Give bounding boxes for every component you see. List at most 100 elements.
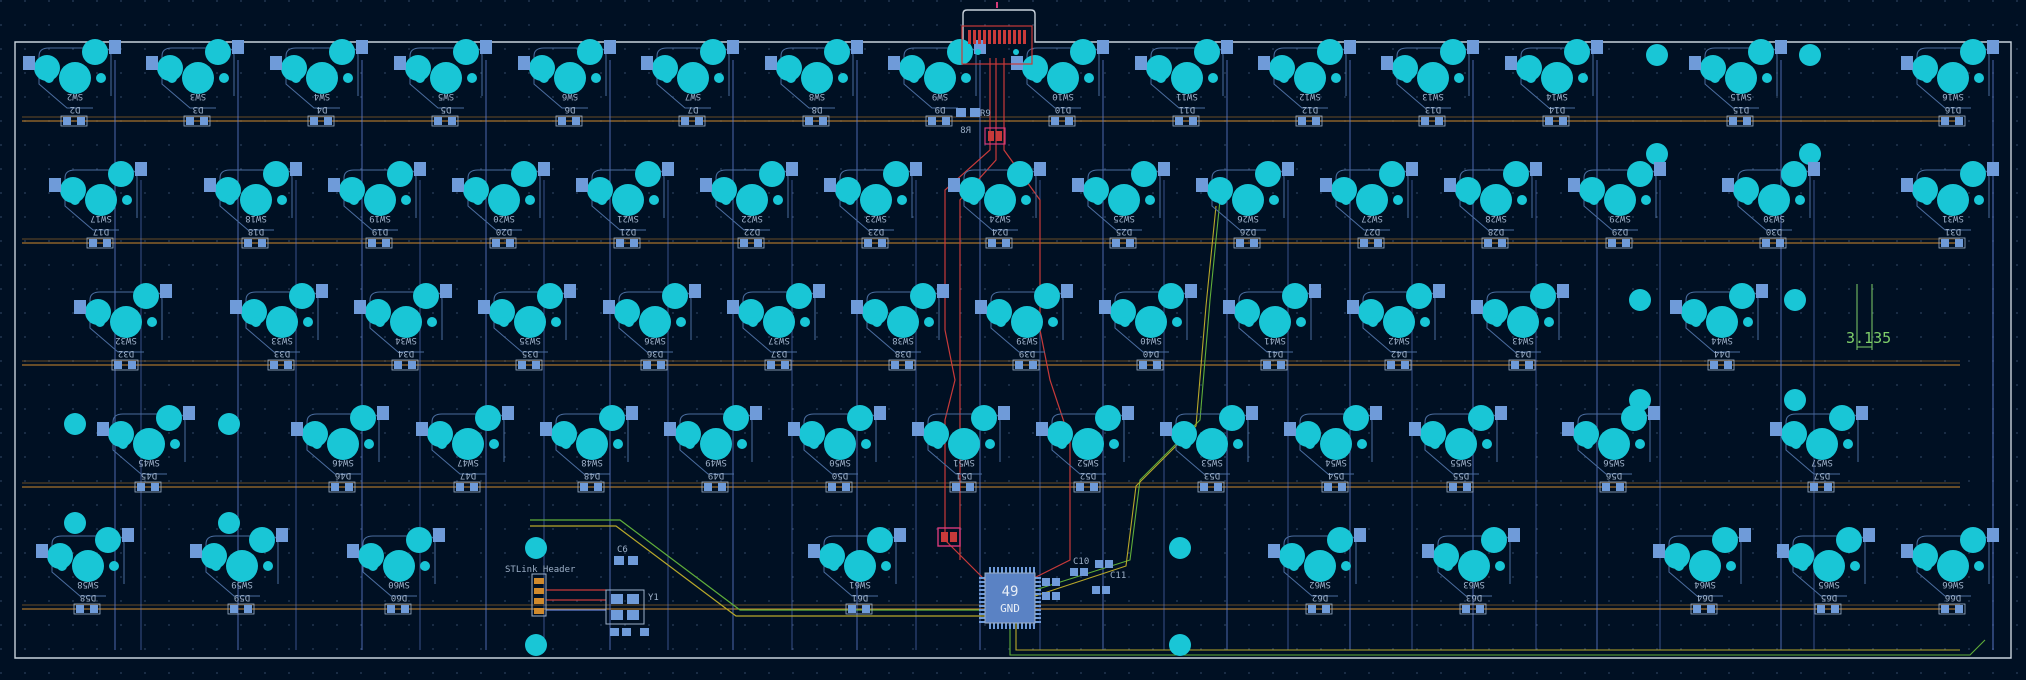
key-smd-pad (1370, 406, 1382, 420)
key-center-hole (1725, 62, 1757, 94)
key-pad-right (511, 161, 537, 187)
diode-pad (1810, 483, 1818, 491)
key-peg (1922, 195, 1932, 205)
key-center-hole (763, 306, 795, 338)
key-center-hole (110, 306, 142, 338)
diode-label: D53 (1204, 470, 1220, 480)
mcu-chip[interactable]: 49 GND (979, 567, 1041, 629)
mcu-pin (979, 589, 985, 591)
diode-label: D17 (93, 226, 109, 236)
key-peg (1305, 439, 1315, 449)
key-peg (1057, 439, 1067, 449)
diode-pad (1308, 605, 1316, 613)
key-center-hole (1937, 62, 1969, 94)
key-center-hole (554, 62, 586, 94)
diode-pad (1955, 605, 1963, 613)
switch-label: SW31 (1942, 213, 1964, 223)
crystal-caps[interactable] (610, 628, 649, 636)
key-smd-pad (1246, 406, 1258, 420)
diode-pad (1401, 361, 1409, 369)
diode-pad (258, 239, 266, 247)
key-pad-right (867, 527, 893, 553)
key-peg (1420, 317, 1430, 327)
diode-pad (1724, 361, 1732, 369)
key-peg (1465, 195, 1475, 205)
key-peg (170, 439, 180, 449)
diode-label: D24 (992, 226, 1008, 236)
key-peg (1233, 439, 1243, 449)
diode-pad (368, 239, 376, 247)
diode-pad (401, 605, 409, 613)
key-smd-pad (74, 300, 86, 314)
key-smd-pad (276, 528, 288, 542)
key-smd-pad (1901, 56, 1913, 70)
diode-pad (740, 239, 748, 247)
key-smd-pad (190, 544, 202, 558)
diode-label: D33 (274, 348, 290, 358)
key-peg (499, 317, 509, 327)
diode-pad (878, 239, 886, 247)
diode-label: D65 (1821, 592, 1837, 602)
key-peg (1093, 195, 1103, 205)
switch-label: SW19 (369, 213, 391, 223)
key-peg (1517, 195, 1527, 205)
diode-pad (1824, 483, 1832, 491)
key-pad-right (1781, 161, 1807, 187)
diode-label: D11 (1179, 104, 1195, 114)
usb-pin (978, 30, 981, 44)
diode-pad (1421, 117, 1429, 125)
pcb-canvas[interactable]: SW2 D2 SW3 D3 SW4 D4 SW5 D5 SW6 D6 SW7 D7 SW8 D8 SW9 D9… (0, 0, 2026, 676)
diode-pad (1076, 483, 1084, 491)
switch-label: SW66 (1942, 579, 1964, 589)
key-center-hole (430, 62, 462, 94)
diode-pad (1602, 483, 1610, 491)
key-smd-pad (1863, 528, 1875, 542)
key-center-hole (1937, 550, 1969, 582)
key-peg (685, 439, 695, 449)
key-smd-pad (750, 406, 762, 420)
c11-label: C11 (1110, 571, 1126, 581)
key-peg (219, 73, 229, 83)
diode-pad (1236, 239, 1244, 247)
key-pad-right (1317, 39, 1343, 65)
switch-label: SW11 (1176, 91, 1198, 101)
y1-label: Y1 (648, 593, 659, 603)
switch-label: SW17 (90, 213, 112, 223)
diode-label: D3 (193, 104, 204, 114)
key-peg (561, 439, 571, 449)
key-center-hole (1806, 428, 1838, 460)
diode-label: D4 (317, 104, 328, 114)
key-center-hole (327, 428, 359, 460)
usb-pin (988, 30, 991, 44)
key-center-hole (452, 428, 484, 460)
mcu-pin (1005, 567, 1007, 573)
key-pad-right (847, 405, 873, 431)
diode-label: D8 (812, 104, 823, 114)
diode-pad (434, 117, 442, 125)
key-peg (909, 73, 919, 83)
key-center-hole (306, 62, 338, 94)
key-center-hole (85, 184, 117, 216)
diode-label: D30 (1766, 226, 1782, 236)
diode-pad (842, 483, 850, 491)
switch-label: SW13 (1422, 91, 1444, 101)
key-center-hole (1356, 184, 1388, 216)
diode-label: D31 (1945, 226, 1961, 236)
mcu-net-label: GND (1000, 602, 1020, 615)
mcu-pin (1035, 593, 1041, 595)
key-smd-pad (1557, 284, 1569, 298)
mounting-hole (1169, 537, 1191, 559)
key-smd-pad (700, 178, 712, 192)
key-smd-pad (641, 56, 653, 70)
mcu-pin (1009, 567, 1011, 573)
key-smd-pad (874, 406, 886, 420)
diode-pad (1312, 117, 1320, 125)
diode-pad (572, 117, 580, 125)
mcu-pin (997, 567, 999, 573)
switch-label: SW52 (1077, 457, 1099, 467)
key-smd-pad (1406, 162, 1418, 176)
key-center-hole (182, 62, 214, 94)
key-peg (1172, 317, 1182, 327)
key-pad-right (883, 161, 909, 187)
diode-label: D27 (1364, 226, 1380, 236)
